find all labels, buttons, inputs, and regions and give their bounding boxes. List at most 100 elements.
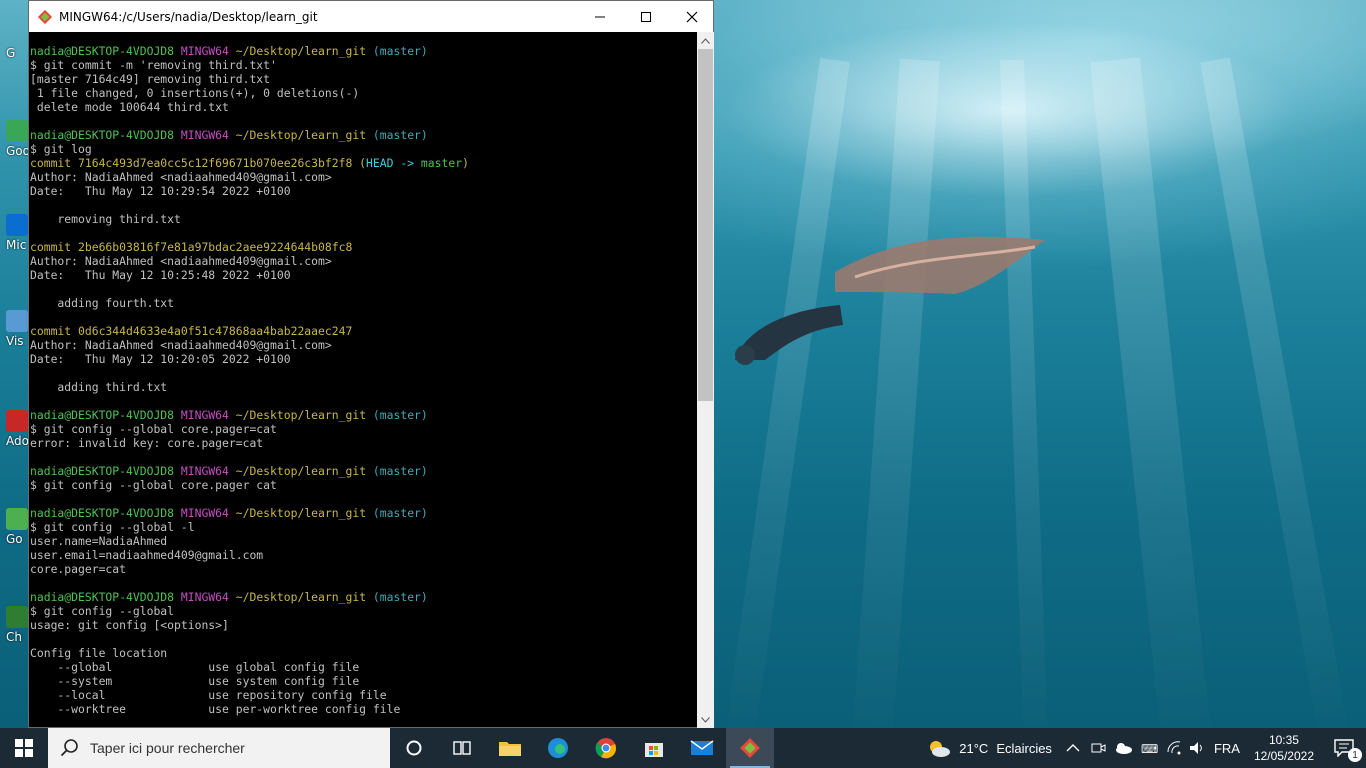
taskbar-clock[interactable]: 10:35 12/05/2022 [1254,732,1314,764]
onedrive-icon[interactable] [1114,741,1132,755]
terminal-line: nadia@DESKTOP-4VDOJD8 MINGW64 ~/Desktop/… [30,506,696,520]
terminal-line: $ git config --global core.pager cat [30,478,696,492]
task-view-button[interactable] [438,728,486,768]
chevron-up-icon [701,37,710,44]
git-bash-icon [740,738,760,758]
terminal-line: delete mode 100644 third.txt [30,100,696,114]
terminal-scrollbar[interactable] [697,32,714,728]
terminal-text: HEAD -> [366,156,421,170]
terminal-text: --system use system config file [30,674,360,688]
desktop-icon-label: Go [6,532,23,546]
maximize-button[interactable] [623,1,669,32]
minimize-button[interactable] [577,1,623,32]
taskbar: Taper ici pour rechercher 21°C Eclaircie… [0,728,1366,768]
terminal-line: Author: NadiaAhmed <nadiaahmed409@gmail.… [30,338,696,352]
chevron-up-icon[interactable] [1066,743,1080,753]
terminal-text: [master 7164c49] removing third.txt [30,72,271,86]
terminal-line: --global use global config file [30,660,696,674]
store-icon [645,743,663,757]
terminal-text: usage: git config [<options>] [30,618,229,632]
terminal-text: MINGW64 [180,464,236,478]
terminal-line: Config file location [30,646,696,660]
edge-button[interactable] [534,728,582,768]
terminal-text: ~/Desktop/learn_git [235,590,373,604]
terminal-text: Date: Thu May 12 10:25:48 2022 +0100 [30,268,291,282]
notification-center-button[interactable]: 1 [1322,728,1366,768]
terminal-text: Date: Thu May 12 10:29:54 2022 +0100 [30,184,291,198]
scroll-down-button[interactable] [697,711,714,728]
git-bash-button[interactable] [726,728,774,768]
terminal-text: commit 0d6c344d4633e4a0f51c47868aa4bab22… [30,324,353,338]
terminal-text: (master) [372,464,428,478]
start-button[interactable] [0,728,48,768]
terminal-text: --local use repository config file [30,688,387,702]
terminal-text: Author: NadiaAhmed <nadiaahmed409@gmail.… [30,170,332,184]
terminal-text: ) [462,156,469,170]
store-button[interactable] [630,728,678,768]
file-explorer-button[interactable] [486,728,534,768]
terminal-text: ~/Desktop/learn_git [235,506,373,520]
terminal-window[interactable]: MINGW64:/c/Users/nadia/Desktop/learn_git… [28,0,714,728]
wifi-icon[interactable] [1166,740,1182,756]
desktop-icon[interactable]: Goo [0,120,30,184]
mail-button[interactable] [678,728,726,768]
taskbar-search-box[interactable]: Taper ici pour rechercher [48,728,390,768]
terminal-text: nadia@DESKTOP-4VDOJD8 [30,590,181,604]
notification-badge: 1 [1348,748,1362,762]
terminal-output[interactable]: nadia@DESKTOP-4VDOJD8 MINGW64 ~/Desktop/… [29,32,696,728]
desktop-icon[interactable]: Ch [0,606,30,670]
terminal-text: nadia@DESKTOP-4VDOJD8 [30,464,181,478]
cortana-icon [406,740,422,756]
weather-cloud-sun-icon[interactable] [927,738,951,758]
chrome-button[interactable] [582,728,630,768]
language-indicator[interactable]: FRA [1214,741,1240,756]
maximize-icon [641,11,651,22]
terminal-text: MINGW64 [180,506,236,520]
scrollbar-thumb[interactable] [698,49,713,401]
terminal-line: usage: git config [<options>] [30,618,696,632]
desktop-icon-label: Goo [6,144,30,158]
terminal-text: ~/Desktop/learn_git [235,464,373,478]
volume-icon[interactable] [1188,740,1206,756]
adobe-icon [6,410,28,432]
ime-icon[interactable]: ⌨ [1140,740,1158,756]
desktop-icon[interactable]: G [0,44,30,108]
terminal-line: adding fourth.txt [30,296,696,310]
scroll-up-button[interactable] [697,32,714,49]
desktop-icon-label: G [6,46,16,60]
desktop-icon-label: Vis [6,334,24,348]
meet-now-icon[interactable] [1090,740,1106,756]
desktop-icon[interactable]: Ado [0,410,30,474]
terminal-text: $ git commit -m 'removing third.txt' [30,58,277,72]
window-titlebar[interactable]: MINGW64:/c/Users/nadia/Desktop/learn_git [29,1,713,32]
terminal-text: ( [359,156,367,170]
microsoft-app-icon [6,214,28,236]
desktop-icon[interactable]: Go [0,508,30,572]
diver-figure [735,305,843,365]
terminal-line: core.pager=cat [30,562,696,576]
terminal-text: Author: NadiaAhmed <nadiaahmed409@gmail.… [30,338,332,352]
terminal-text: nadia@DESKTOP-4VDOJD8 [30,408,181,422]
terminal-text: Config file location [30,646,168,660]
weather-condition[interactable]: Eclaircies [996,741,1052,756]
desktop-icon[interactable]: Vis [0,310,30,374]
terminal-text: (master) [372,44,428,58]
desktop-icon[interactable]: Mic [0,214,30,278]
terminal-text: commit 7164c493d7ea0cc5c12f69671b070ee26… [30,156,360,170]
cortana-button[interactable] [390,728,438,768]
terminal-text: MINGW64 [180,44,236,58]
google-app-icon [6,120,28,142]
close-button[interactable] [669,1,715,32]
terminal-line: $ git log [30,142,696,156]
terminal-text: MINGW64 [180,590,236,604]
chrome-desktop-icon [6,606,28,628]
terminal-text: MINGW64 [180,408,236,422]
weather-temperature[interactable]: 21°C [959,741,988,756]
terminal-line: Date: Thu May 12 10:29:54 2022 +0100 [30,184,696,198]
